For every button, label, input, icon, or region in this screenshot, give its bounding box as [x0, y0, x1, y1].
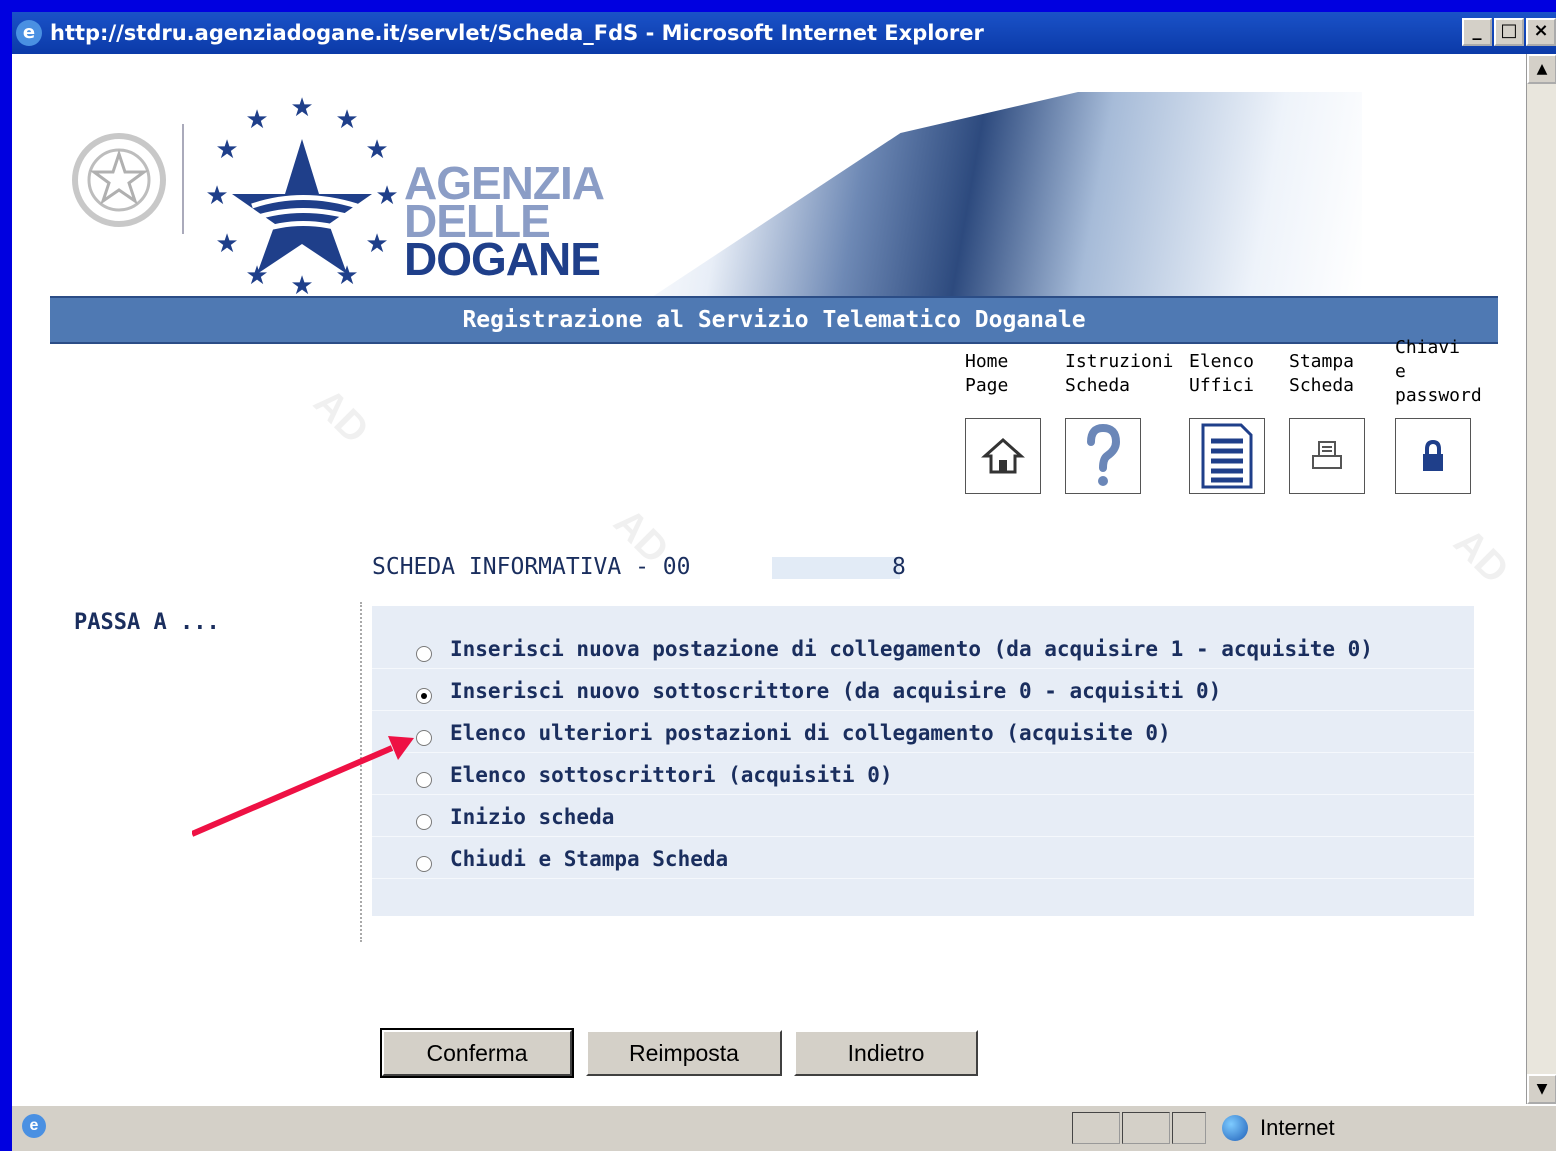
option-label: Inserisci nuova postazione di collegamen… — [450, 637, 1373, 661]
svg-text:★: ★ — [290, 94, 313, 123]
status-cell — [1072, 1112, 1120, 1144]
confirm-button[interactable]: Conferma — [380, 1028, 574, 1078]
scroll-down-icon[interactable]: ▼ — [1527, 1074, 1556, 1104]
agency-wordmark: AGENZIA DELLE DOGANE — [404, 160, 605, 285]
window-title: http://stdru.agenziadogane.it/servlet/Sc… — [50, 21, 984, 45]
navigation-options: Inserisci nuova postazione di collegamen… — [372, 606, 1474, 916]
globe-icon — [1222, 1115, 1248, 1141]
security-zone: Internet — [1212, 1112, 1335, 1144]
passa-label: PASSA A ... — [74, 610, 220, 635]
svg-text:★: ★ — [215, 135, 238, 165]
svg-text:★: ★ — [375, 181, 398, 211]
option-row[interactable]: Inserisci nuova postazione di collegamen… — [372, 630, 1474, 669]
logo-line-3: DOGANE — [404, 233, 601, 285]
toolbar-elenco-uffici[interactable]: Elenco Uffici — [1189, 350, 1289, 494]
building-banner-image — [652, 92, 1362, 297]
service-title-banner: Registrazione al Servizio Telematico Dog… — [50, 296, 1498, 344]
page-icon: e — [22, 1114, 46, 1138]
lock-icon[interactable] — [1395, 418, 1471, 494]
option-label: Elenco ulteriori postazioni di collegame… — [450, 721, 1171, 745]
svg-text:★: ★ — [365, 229, 388, 259]
status-cell — [1122, 1112, 1170, 1144]
title-bar: e http://stdru.agenziadogane.it/servlet/… — [12, 12, 1556, 54]
scroll-up-icon[interactable]: ▲ — [1527, 54, 1556, 84]
page-content: AD AD AD ★ ★ ★ ★ ★ ★ ★ ★ ★ ★ ★ ★ AGENZIA… — [12, 54, 1526, 1104]
status-cell — [1172, 1112, 1206, 1144]
printer-icon[interactable] — [1289, 418, 1365, 494]
minimize-button[interactable]: _ — [1462, 18, 1492, 46]
toolbar-label: Chiavi e password — [1395, 337, 1482, 406]
radio-button-selected[interactable] — [416, 688, 432, 704]
browser-window: e http://stdru.agenziadogane.it/servlet/… — [0, 0, 1556, 1151]
svg-text:★: ★ — [335, 105, 358, 135]
vertical-scrollbar[interactable]: ▲ ▼ — [1526, 54, 1556, 1104]
internet-explorer-icon: e — [16, 20, 42, 46]
toolbar-chiavi[interactable]: Chiavi e password — [1395, 336, 1495, 494]
agency-stars-logo-icon: ★ ★ ★ ★ ★ ★ ★ ★ ★ ★ ★ ★ — [205, 94, 398, 301]
zone-label: Internet — [1260, 1115, 1335, 1140]
toolbar-label: Home Page — [965, 351, 1009, 396]
document-list-icon[interactable] — [1189, 418, 1265, 494]
redacted-id — [772, 557, 900, 579]
reset-button[interactable]: Reimposta — [586, 1030, 782, 1076]
toolbar-label: Istruzioni Scheda — [1065, 351, 1174, 396]
option-row[interactable]: Elenco sottoscrittori (acquisiti 0) — [372, 756, 1474, 795]
help-icon[interactable] — [1065, 418, 1141, 494]
svg-text:★: ★ — [245, 105, 268, 135]
option-label: Elenco sottoscrittori (acquisiti 0) — [450, 763, 893, 787]
svg-text:★: ★ — [205, 181, 228, 211]
option-label: Inizio scheda — [450, 805, 615, 829]
toolbar-stampa[interactable]: Stampa Scheda — [1289, 350, 1389, 494]
toolbar-label: Elenco Uffici — [1189, 351, 1255, 396]
option-row[interactable]: Chiudi e Stampa Scheda — [372, 840, 1474, 879]
radio-button[interactable] — [416, 646, 432, 662]
svg-text:★: ★ — [365, 135, 388, 165]
option-row[interactable]: Elenco ulteriori postazioni di collegame… — [372, 714, 1474, 753]
svg-text:★: ★ — [215, 229, 238, 259]
scheda-title-suffix: 8 — [892, 554, 906, 580]
toolbar-istruzioni[interactable]: Istruzioni Scheda — [1065, 350, 1174, 494]
logo-divider — [182, 124, 184, 234]
status-bar: e Internet — [12, 1104, 1556, 1151]
republic-emblem-icon — [72, 133, 166, 227]
radio-button[interactable] — [416, 856, 432, 872]
option-label: Chiudi e Stampa Scheda — [450, 847, 729, 871]
watermark: AD — [305, 380, 378, 453]
watermark: AD — [1445, 520, 1518, 593]
toolbar-label: Stampa Scheda — [1289, 351, 1355, 396]
annotation-arrow-icon — [192, 736, 414, 837]
option-row[interactable]: Inserisci nuovo sottoscrittore (da acqui… — [372, 672, 1474, 711]
close-button[interactable]: × — [1526, 18, 1556, 46]
option-label: Inserisci nuovo sottoscrittore (da acqui… — [450, 679, 1222, 703]
maximize-button[interactable]: □ — [1494, 18, 1524, 46]
scheda-title: SCHEDA INFORMATIVA - 00 — [372, 554, 691, 580]
toolbar-home[interactable]: Home Page — [965, 350, 1065, 494]
back-button[interactable]: Indietro — [794, 1030, 978, 1076]
home-icon[interactable] — [965, 418, 1041, 494]
option-row[interactable]: Inizio scheda — [372, 798, 1474, 837]
